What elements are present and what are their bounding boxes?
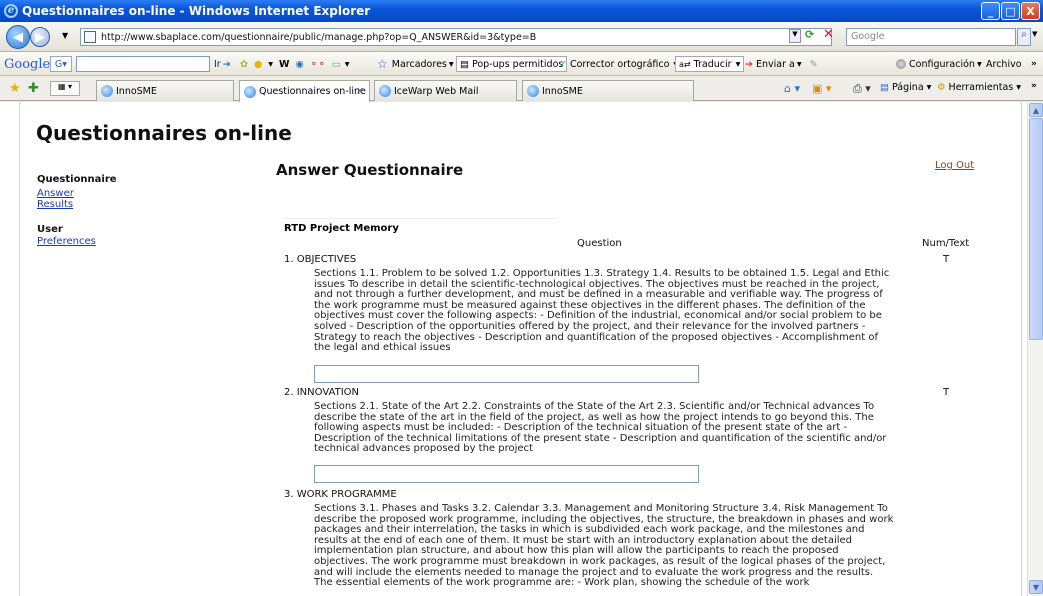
page-title: Questionnaires on-line (36, 121, 292, 145)
feeds-icon[interactable]: ▣ ▾ (812, 82, 831, 95)
sidebar-item-results[interactable]: Results (37, 199, 73, 210)
close-tab-icon[interactable]: ✕ (356, 86, 364, 97)
question-description: Sections 2.1. State of the Art 2.2. Cons… (314, 401, 887, 455)
browser-window: e Questionnaires on-line - Windows Inter… (0, 0, 1043, 596)
question-title: 2. INNOVATION (284, 387, 359, 398)
tab-innosme-2[interactable]: InnoSME (522, 80, 694, 101)
question-description: Sections 3.1. Phases and Tasks 3.2. Cale… (314, 503, 894, 589)
bookmarks-button[interactable]: ☆ Marcadores ▾ (377, 56, 454, 72)
sidebar-user-heading: User (37, 224, 63, 235)
question-item: 2. INNOVATION T Sections 2.1. State of t… (284, 387, 949, 487)
window-title: Questionnaires on-line - Windows Interne… (22, 4, 371, 18)
question-description: Sections 1.1. Problem to be solved 1.2. … (314, 268, 890, 354)
refresh-icon[interactable]: ⟳ (805, 28, 821, 44)
ie-page-icon (244, 85, 256, 98)
question-title: 3. WORK PROGRAMME (284, 489, 397, 500)
minimize-button[interactable]: _ (981, 2, 1000, 20)
tab-questionnaires[interactable]: Questionnaires on-line ✕ (239, 80, 370, 102)
scroll-down-icon[interactable]: ▼ (1029, 580, 1043, 594)
search-icon[interactable]: ⌕ (1017, 28, 1031, 46)
scroll-up-icon[interactable]: ▲ (1029, 103, 1043, 117)
translate-button[interactable]: a⇄ Traducir ▾ (675, 56, 745, 72)
ie-page-icon (527, 85, 539, 97)
logout-link[interactable]: Log Out (935, 160, 974, 171)
ie-page-icon (101, 85, 113, 97)
scroll-thumb[interactable] (1029, 118, 1043, 340)
section-heading: Answer Questionnaire (276, 161, 464, 179)
maximize-button[interactable]: □ (1001, 2, 1020, 20)
search-input[interactable]: Google (846, 28, 1016, 46)
page-content: Questionnaires on-line Log Out Questionn… (0, 102, 1027, 596)
address-bar: ◀ ▶ ▼ http://www.sbaplace.com/questionna… (0, 22, 1043, 52)
popups-button[interactable]: ▤ Pop-ups permitidos (456, 56, 568, 72)
send-to-button[interactable]: ➔ Enviar a ▾ ✎ (745, 56, 818, 72)
print-icon[interactable]: ⎙ ▾ (853, 82, 871, 96)
sidebar-item-answer[interactable]: Answer (37, 188, 74, 199)
settings-button[interactable]: Configuración ▾ (896, 56, 982, 72)
page-frame: Questionnaires on-line Log Out Questionn… (19, 102, 1022, 596)
quick-tabs-icon[interactable]: ▦ ▾ (50, 81, 80, 96)
google-search-input[interactable] (76, 56, 210, 72)
column-header-question: Question (577, 238, 622, 249)
question-type: T (943, 254, 950, 265)
tab-bar: ★ ✚ ▦ ▾ InnoSME Questionnaires on-line ✕ … (0, 77, 1043, 102)
back-button[interactable]: ◀ (6, 25, 30, 49)
spellcheck-button[interactable]: ✓Corrector ortográfico▾ (559, 56, 678, 72)
column-header-type: Num/Text (922, 238, 970, 249)
answer-input[interactable] (314, 465, 699, 483)
questionnaire-name: RTD Project Memory (284, 223, 399, 234)
sidebar-questionnaire-heading: Questionnaire (37, 174, 117, 185)
archive-button[interactable]: Archivo (986, 56, 1022, 72)
tab-icewarp[interactable]: IceWarp Web Mail (374, 80, 517, 101)
answer-input[interactable] (314, 365, 699, 383)
ie-logo-icon: e (4, 4, 18, 18)
search-options-icon[interactable]: ▼ (1032, 30, 1037, 38)
url-field[interactable]: http://www.sbaplace.com/questionnaire/pu… (80, 28, 832, 46)
history-dropdown-icon[interactable]: ▼ (62, 31, 68, 40)
question-title: 1. OBJECTIVES (284, 254, 357, 265)
home-icon[interactable]: ⌂ ▾ (784, 82, 800, 95)
forward-button[interactable]: ▶ (30, 27, 50, 47)
sidebar-item-preferences[interactable]: Preferences (37, 236, 96, 247)
url-text: http://www.sbaplace.com/questionnaire/pu… (101, 31, 537, 43)
chevron-right-icon[interactable]: » (1031, 56, 1037, 72)
title-bar: e Questionnaires on-line - Windows Inter… (0, 0, 1043, 22)
vertical-scrollbar[interactable]: ▲ ▼ (1027, 102, 1043, 596)
question-type: T (943, 387, 950, 398)
chevron-right-icon[interactable]: » (1031, 81, 1037, 91)
favorites-star-icon[interactable]: ★ (9, 81, 21, 96)
add-favorite-icon[interactable]: ✚ (28, 81, 39, 96)
google-logo: Google (4, 56, 51, 72)
page-icon (84, 31, 96, 43)
tab-innosme-1[interactable]: InnoSME (96, 80, 234, 101)
page-menu[interactable]: ▤ Página ▾ (880, 82, 931, 93)
google-g-dropdown[interactable]: G▾ (50, 56, 72, 72)
tools-menu[interactable]: ⚙ Herramientas ▾ (937, 82, 1021, 93)
close-button[interactable]: X (1021, 2, 1040, 20)
google-toolbar: Google G▾ Ir ➔ ✿ ● ▾ W ◉ ⚬⚬ ▭ ▾ ☆ Marcadores ▾ ▤ Po… (0, 52, 1043, 76)
question-item: 3. WORK PROGRAMME T Sections 3.1. Phases… (284, 489, 894, 596)
stop-icon[interactable]: ✕ (823, 27, 839, 43)
question-item: 1. OBJECTIVES T Sections 1.1. Problem to… (284, 254, 949, 383)
toolbar-icons-group[interactable]: ✿ ● ▾ W ◉ ⚬⚬ ▭ ▾ (240, 56, 350, 72)
google-go-button[interactable]: Ir ➔ (214, 56, 231, 72)
ie-page-icon (379, 85, 391, 97)
url-dropdown-icon[interactable]: ▼ (789, 29, 801, 43)
divider (283, 218, 556, 219)
